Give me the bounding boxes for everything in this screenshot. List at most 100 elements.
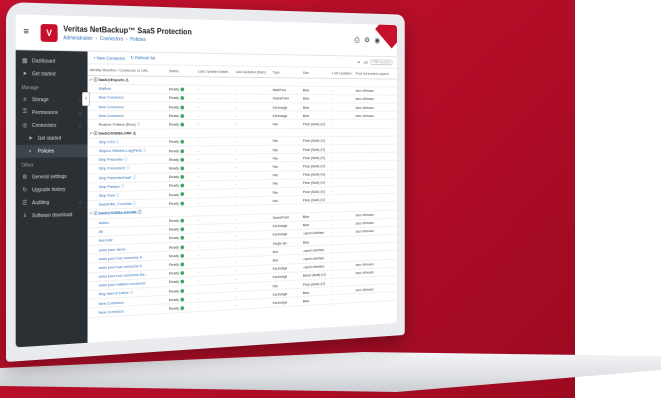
schedule-cell-text: sec/-/#/hours <box>356 88 374 93</box>
last-updated-stats-cell-text: - <box>236 199 237 204</box>
last-updated-date-cell-text: - <box>198 122 199 127</box>
type-cell-text: Exchange <box>273 266 288 271</box>
column-header[interactable]: Last Updated (stats) <box>234 66 271 77</box>
column-header[interactable]: Last Updated <box>331 68 354 78</box>
last-updated-cell-text: - <box>332 280 333 285</box>
status-cell-text: Ready <box>169 236 179 241</box>
last-updated-date-cell: - <box>196 94 234 103</box>
column-header[interactable]: Post Scheduled capture <box>354 68 397 78</box>
last-updated-stats-cell-text: - <box>236 242 237 247</box>
connector-name[interactable]: New Connector <box>88 102 168 111</box>
print-icon[interactable]: ⎙ <box>354 35 359 44</box>
search-input[interactable]: Filter by name <box>371 59 393 65</box>
status-ok-icon <box>181 227 185 231</box>
connector-name[interactable]: Restore Folders (Root) ⓘ <box>88 120 168 129</box>
last-updated-date-cell-text: - <box>198 296 199 301</box>
sidebar-item-dashboard[interactable]: ▦ Dashboard <box>16 54 88 68</box>
column-header[interactable]: Type <box>271 67 301 78</box>
sidebar-item-connectors[interactable]: ◎ Connectors ⌄ <box>16 119 88 132</box>
connector-name[interactable]: New Connector <box>88 93 168 102</box>
sidebar-item-software-download[interactable]: ⤓ Software download <box>16 208 88 223</box>
refresh-button[interactable]: ↻ Refresh list <box>131 55 156 61</box>
status-ok-icon <box>181 289 185 293</box>
breadcrumb-item-administration[interactable]: Administration <box>63 35 93 42</box>
column-header[interactable]: Status <box>167 65 196 76</box>
last-updated-stats-cell-text: - <box>236 182 237 187</box>
sidebar-section-other: Other <box>16 157 88 171</box>
last-updated-stats-cell-text: - <box>236 113 237 118</box>
sidebar-item-get-started[interactable]: ➤ Get started <box>16 132 88 145</box>
title-bar: ≡ V Veritas NetBackup™ SaaS Protection A… <box>16 14 397 57</box>
last-updated-cell-text: - <box>332 239 333 244</box>
last-updated-cell-text: - <box>332 213 333 218</box>
status-cell-text: Ready <box>169 218 179 223</box>
last-updated-stats-cell: - <box>234 85 271 94</box>
status-cell-text: Ready <box>169 95 179 100</box>
connector-name-text: Strip Root ⓘ <box>99 193 120 198</box>
type-cell-text: SharePoint <box>273 215 289 220</box>
size-cell: Blue <box>301 103 331 111</box>
type-cell-text: File <box>273 156 278 161</box>
sidebar-item-permissions[interactable]: ⚿ Permissions ⌄ <box>16 106 88 119</box>
connector-name-text: Strip PresenterDesF ⓘ <box>99 175 137 180</box>
last-updated-cell-text: - <box>332 264 333 269</box>
column-header[interactable]: Last Updated (date) <box>196 66 234 77</box>
type-cell-text: Mail/Prox <box>273 88 287 93</box>
last-updated-date-cell: - <box>196 111 234 120</box>
status-cell-text: Ready <box>169 227 179 232</box>
settings-icon[interactable]: ⚙ <box>364 36 370 44</box>
filter-select[interactable]: All <box>364 60 368 65</box>
last-updated-cell-text: - <box>332 297 333 302</box>
last-updated-stats-cell-text: - <box>236 234 237 239</box>
last-updated-cell-text: - <box>332 97 333 102</box>
chevron-down-icon: ⌄ <box>78 110 82 116</box>
last-updated-cell-text: - <box>332 138 333 143</box>
last-updated-cell-text: - <box>332 222 333 227</box>
settings-icon: ⚙ <box>21 174 28 181</box>
sidebar-item-label: Dashboard <box>32 58 55 64</box>
type-cell-text: Exchange <box>273 232 288 237</box>
status-cell: Ready <box>167 155 196 164</box>
user-icon[interactable]: ◉ <box>375 36 380 44</box>
sidebar-item-get-started[interactable]: ➤ Get started <box>16 67 88 81</box>
last-updated-cell: - <box>331 145 354 154</box>
sidebar-collapse-button[interactable]: ‹ <box>82 92 90 106</box>
type-cell: Exchange <box>271 111 301 120</box>
type-cell: SharePoint <box>271 94 301 103</box>
table-row[interactable]: New Connector Ready - - Exchange Blue - sec/-/#… <box>88 111 398 120</box>
sidebar-item-storage[interactable]: ≡ Storage ⌄ <box>16 93 88 106</box>
last-updated-date-cell-text: - <box>198 87 199 92</box>
status-cell: Ready <box>167 137 196 146</box>
status-ok-icon <box>181 158 185 162</box>
last-updated-date-cell-text: - <box>198 304 199 309</box>
last-updated-cell-text: - <box>332 197 333 202</box>
connector-name[interactable]: New Connector <box>88 111 168 120</box>
last-updated-date-cell-text: - <box>198 252 199 257</box>
size-cell-text: Price (Bulk) (G) <box>303 122 325 127</box>
sidebar-item-label: Policies <box>38 148 54 154</box>
new-connector-button[interactable]: + New Connector <box>93 55 125 60</box>
status-ok-icon <box>181 271 185 275</box>
status-ok-icon <box>181 140 185 144</box>
size-cell-text: Price (Bulk) (G) <box>303 138 325 143</box>
connector-name-text: Reg Hard 8 Esfers ⓘ <box>99 290 134 297</box>
last-updated-stats-cell-text: - <box>236 139 237 144</box>
last-updated-cell-text: - <box>332 180 333 185</box>
size-cell-text: Blue <box>303 88 310 93</box>
size-cell: Price (Bulk) (G) <box>301 120 331 128</box>
menu-icon[interactable]: ≡ <box>23 26 36 37</box>
type-cell-text: File <box>273 283 278 288</box>
sidebar-item-label: Storage <box>32 97 49 103</box>
last-updated-date-cell-text: - <box>198 200 199 205</box>
connector-name-text: SaaSFilter_FoxData ⓘ <box>99 201 136 207</box>
status-cell-text: Ready <box>169 148 179 153</box>
laptop-base <box>0 352 661 392</box>
sidebar-item-policies[interactable]: ◐ Policies <box>16 144 88 158</box>
last-updated-date-cell-text: - <box>198 261 199 266</box>
filter-icon[interactable]: ⏷ <box>358 60 361 65</box>
column-header[interactable]: Size <box>301 67 331 77</box>
breadcrumb-item-connectors[interactable]: Connectors <box>100 36 123 42</box>
connector-name-text: New Connector <box>99 113 124 118</box>
app-window: ≡ V Veritas NetBackup™ SaaS Protection A… <box>16 14 397 347</box>
schedule-cell-text: sec/-/#/hours <box>356 229 374 234</box>
